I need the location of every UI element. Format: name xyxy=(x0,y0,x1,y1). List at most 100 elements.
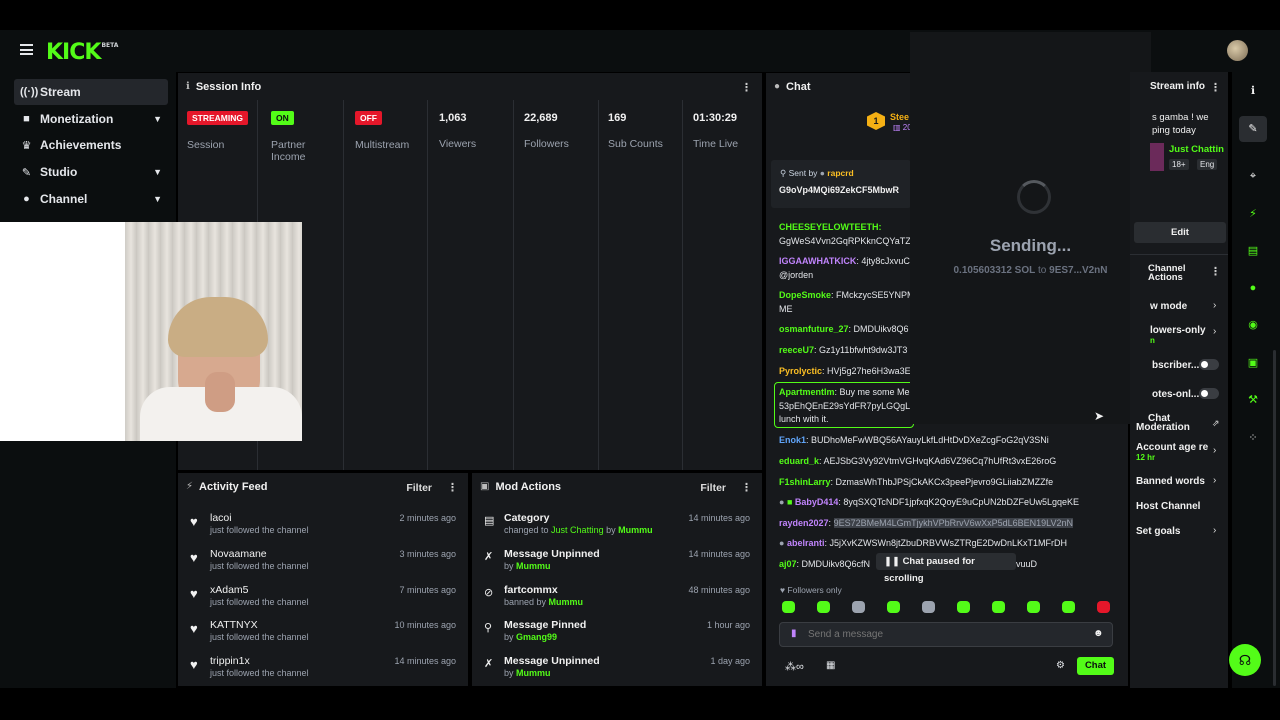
stat-followers: 22,689 Followers xyxy=(515,100,599,470)
mod-action-user[interactable]: Gmang99 xyxy=(516,632,557,642)
chat-message[interactable]: ● ■ BabyD414: 8yqSXQTcNDF1jpfxqK2QoyE9uC… xyxy=(779,497,1119,508)
wrench-icon[interactable]: ⚒ xyxy=(1245,392,1261,408)
subscriber-only-toggle[interactable] xyxy=(1199,359,1219,370)
chat-username[interactable]: rayden2027 xyxy=(779,518,829,528)
edit-stream-button[interactable]: Edit xyxy=(1134,222,1226,243)
action-slow-mode[interactable]: w mode xyxy=(1150,301,1187,312)
chat-username[interactable]: CHEESEYELOWTEETH: xyxy=(779,222,882,232)
target-icon[interactable]: ⌖ xyxy=(1245,168,1261,184)
mod-action-user[interactable]: Mummu xyxy=(618,525,653,535)
chat-username[interactable]: Enok1 xyxy=(779,435,806,445)
leaderboard-user[interactable]: Stee xyxy=(890,112,909,122)
emote[interactable] xyxy=(887,601,900,613)
clipboard-icon[interactable]: ▤ xyxy=(1245,243,1261,259)
chat-paused-button[interactable]: ❚❚ Chat paused for scrolling xyxy=(876,553,1016,584)
emote[interactable] xyxy=(957,601,970,613)
action-chat-moderation[interactable]: Moderation xyxy=(1136,422,1190,433)
chat-username[interactable]: BabyD414 xyxy=(795,497,839,507)
chevron-right-icon[interactable]: › xyxy=(1213,445,1216,456)
emote[interactable] xyxy=(852,601,865,613)
activity-user[interactable]: xAdam5 xyxy=(210,584,249,596)
sidebar-item-stream[interactable]: ((·)) Stream xyxy=(14,79,168,105)
info-icon[interactable]: ℹ xyxy=(1245,83,1261,99)
broadcast-icon[interactable]: ◉ xyxy=(1245,317,1261,333)
chat-message[interactable]: F1shinLarry: DzmasWhThbJPSjCkAKCx3peePje… xyxy=(779,477,1119,488)
chat-send-button[interactable]: Chat xyxy=(1077,657,1114,675)
action-set-goals[interactable]: Set goals xyxy=(1136,526,1180,537)
chat-message[interactable]: ● abelranti: J5jXvKZWSWn8jtZbuDRBVWsZTRg… xyxy=(779,538,1119,549)
action-host-channel[interactable]: Host Channel xyxy=(1136,501,1200,512)
sidebar-item-achievements[interactable]: ♛ Achievements xyxy=(14,132,168,158)
layout-icon[interactable]: ▣ xyxy=(1245,355,1261,371)
mod-action-user[interactable]: Mummu xyxy=(549,597,584,607)
emotes-only-toggle[interactable] xyxy=(1199,388,1219,399)
chat-bubble-icon[interactable]: ● xyxy=(1245,280,1261,296)
chat-username[interactable]: eduard_k xyxy=(779,456,819,466)
pencil-icon[interactable]: ✎ xyxy=(1245,121,1261,137)
bolt-icon[interactable]: ⚡ xyxy=(1245,206,1261,222)
chat-username[interactable]: osmanfuture_27 xyxy=(779,324,849,334)
chat-message[interactable]: eduard_k: AEJSbG3Vy92VtmVGHvqKAd6VZ96Cq7… xyxy=(779,456,1119,467)
stream-category[interactable]: Just Chattin xyxy=(1169,144,1224,155)
chat-username[interactable]: F1shinLarry xyxy=(779,477,831,487)
chat-message[interactable]: rayden2027: 9ES72BMeM4LGmTjykhVPbRrvV6wX… xyxy=(779,518,1119,529)
action-banned-words[interactable]: Banned words xyxy=(1136,476,1205,487)
chat-username[interactable]: Pyrolyctic xyxy=(779,366,822,376)
emote[interactable] xyxy=(922,601,935,613)
chat-username[interactable]: abelranti xyxy=(787,538,825,548)
chevron-right-icon[interactable]: › xyxy=(1213,525,1216,536)
kick-logo[interactable]: KICKBETA xyxy=(46,40,118,65)
sidebar-item-channel[interactable]: ● Channel ▼ xyxy=(14,186,168,212)
activity-user[interactable]: trippin1x xyxy=(210,655,250,667)
mod-filter-button[interactable]: Filter xyxy=(700,482,726,494)
chat-input[interactable] xyxy=(808,625,1078,644)
more-options-icon[interactable]: ⋮ xyxy=(1210,81,1221,94)
activity-filter-button[interactable]: Filter xyxy=(406,482,432,494)
emote[interactable] xyxy=(782,601,795,613)
more-options-icon[interactable]: ⋮ xyxy=(447,481,458,494)
emote[interactable] xyxy=(1097,601,1110,613)
more-options-icon[interactable]: ⋮ xyxy=(741,481,752,494)
more-options-icon[interactable]: ⋮ xyxy=(1210,265,1221,278)
emoji-icon[interactable]: ☻ xyxy=(1093,628,1104,639)
scrollbar[interactable] xyxy=(1273,350,1276,686)
menu-icon[interactable] xyxy=(20,44,33,55)
action-followers-only[interactable]: lowers-only xyxy=(1150,325,1206,336)
panel-title: Activity Feed xyxy=(199,480,268,493)
chat-message[interactable]: aj07: DMDUikv8Q6cfN xyxy=(779,559,877,570)
chat-username[interactable]: reeceU7 xyxy=(779,345,814,355)
emote[interactable] xyxy=(817,601,830,613)
mod-action-user[interactable]: Mummu xyxy=(516,561,551,571)
category-thumbnail[interactable] xyxy=(1150,143,1164,171)
gear-icon[interactable]: ⚙ xyxy=(1056,660,1065,671)
emote[interactable] xyxy=(992,601,1005,613)
sidebar-item-monetization[interactable]: ■ Monetization ▼ xyxy=(14,106,168,132)
activity-user[interactable]: lacoi xyxy=(210,512,232,524)
chat-username[interactable]: aj07 xyxy=(779,559,797,569)
chevron-right-icon[interactable]: › xyxy=(1213,475,1216,486)
action-account-age[interactable]: Account age res xyxy=(1136,442,1208,453)
activity-user[interactable]: KATTNYX xyxy=(210,619,258,631)
mod-action-user[interactable]: Mummu xyxy=(516,668,551,678)
more-options-icon[interactable]: ⋮ xyxy=(741,81,752,94)
chevron-right-icon[interactable]: › xyxy=(1213,326,1216,337)
stat-value: 1,063 xyxy=(439,112,467,124)
add-widget-icon[interactable]: ⁘ xyxy=(1245,430,1261,446)
microphone-icon[interactable]: ▮ xyxy=(791,628,797,639)
chevron-right-icon[interactable]: › xyxy=(1213,300,1216,311)
store-icon[interactable]: ▦ xyxy=(826,660,835,671)
chat-username[interactable]: DopeSmoke xyxy=(779,290,831,300)
external-link-icon[interactable]: ⇗ xyxy=(1212,418,1220,429)
emote[interactable] xyxy=(1027,601,1040,613)
chat-username[interactable]: ApartmentIm xyxy=(779,387,835,397)
user-avatar[interactable] xyxy=(1227,40,1248,61)
sidebar-item-studio[interactable]: ✎ Studio ▼ xyxy=(14,159,168,185)
points-icon[interactable]: ⁂∞ xyxy=(785,660,804,673)
chat-message[interactable]: Enok1: BUDhoMeFwWBQ56AYauyLkfLdHtDvDXeZc… xyxy=(779,435,1119,446)
activity-user[interactable]: Novaamane xyxy=(210,548,267,560)
pinned-by-user[interactable]: rapcrd xyxy=(827,168,853,178)
chat-username[interactable]: IGGAAWHATKICK xyxy=(779,256,856,266)
mod-action-category[interactable]: Just Chatting xyxy=(551,525,604,535)
support-icon[interactable]: ☊ xyxy=(1229,644,1261,676)
emote[interactable] xyxy=(1062,601,1075,613)
